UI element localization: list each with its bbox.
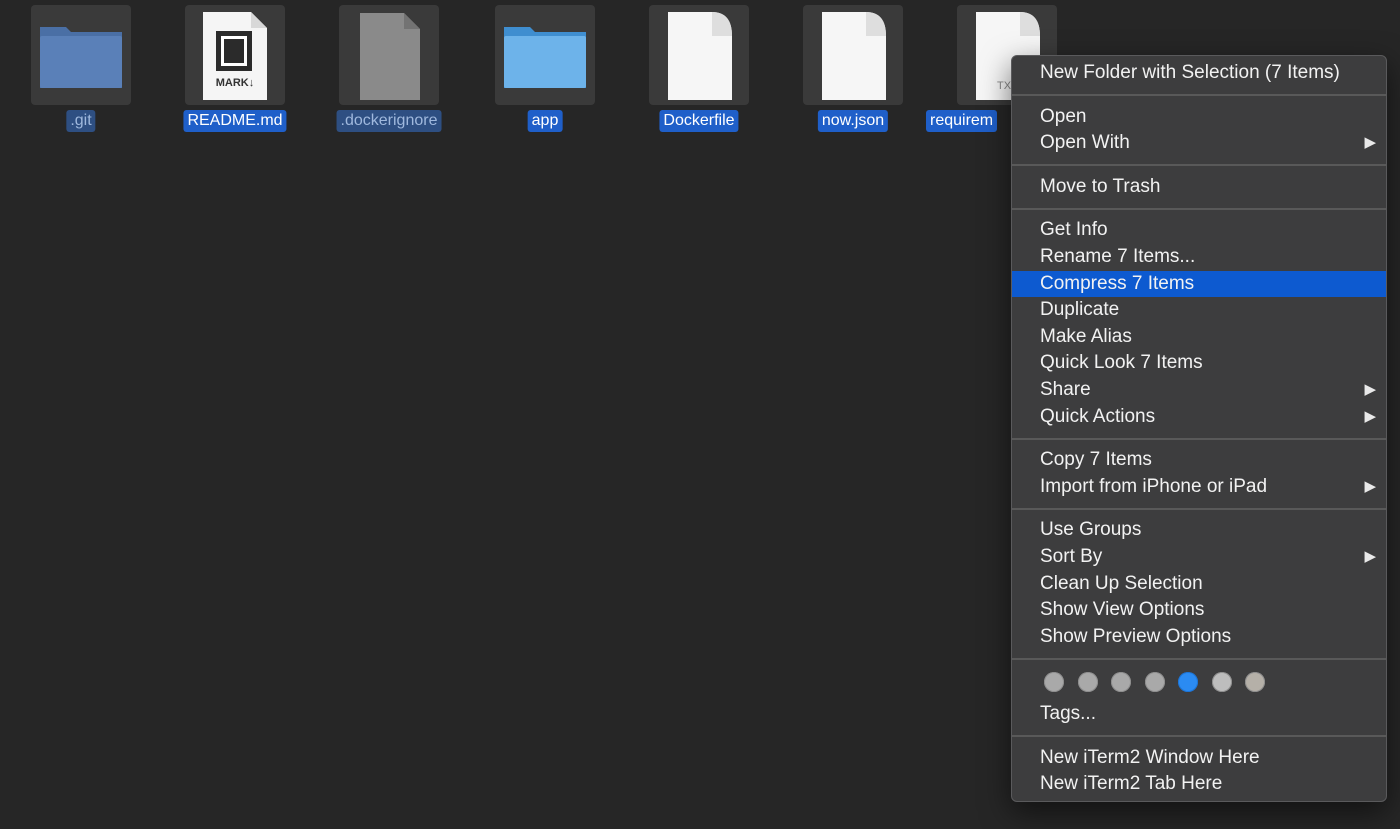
menu-item-new-iterm2-window[interactable]: New iTerm2 Window Here: [1012, 745, 1386, 772]
menu-item-duplicate[interactable]: Duplicate: [1012, 297, 1386, 324]
file-badge: TX: [997, 80, 1012, 92]
menu-item-label: New iTerm2 Window Here: [1040, 746, 1260, 768]
menu-separator: [1012, 657, 1386, 660]
menu-item-label: Use Groups: [1040, 519, 1142, 541]
tag-color-row: [1012, 667, 1386, 697]
menu-item-label: Import from iPhone or iPad: [1040, 475, 1268, 497]
submenu-arrow-icon: ▶: [1364, 407, 1376, 425]
menu-item-rename[interactable]: Rename 7 Items...: [1012, 244, 1386, 271]
menu-item-new-folder-with-selection[interactable]: New Folder with Selection (7 Items): [1012, 60, 1386, 87]
menu-item-label: Share: [1040, 378, 1091, 400]
menu-separator: [1012, 94, 1386, 97]
tag-color-dot[interactable]: [1211, 672, 1232, 693]
menu-item-label: Compress 7 Items: [1040, 272, 1195, 294]
submenu-arrow-icon: ▶: [1364, 477, 1376, 495]
menu-item-label: Open With: [1040, 132, 1130, 154]
menu-item-label: Sort By: [1040, 545, 1103, 567]
menu-item-label: Quick Look 7 Items: [1040, 352, 1203, 374]
tag-color-dot[interactable]: [1144, 672, 1165, 693]
file-badge: MARK↓: [215, 77, 255, 89]
menu-item-label: Make Alias: [1040, 325, 1132, 347]
menu-separator: [1012, 437, 1386, 440]
markdown-file-icon: MARK↓: [185, 5, 285, 105]
menu-item-show-preview-options[interactable]: Show Preview Options: [1012, 624, 1386, 651]
menu-item-tags[interactable]: Tags...: [1012, 701, 1386, 728]
menu-item-label: Copy 7 Items: [1040, 449, 1152, 471]
menu-separator: [1012, 207, 1386, 210]
menu-item-new-iterm2-tab[interactable]: New iTerm2 Tab Here: [1012, 771, 1386, 798]
file-label: Dockerfile: [659, 110, 739, 132]
menu-item-label: Quick Actions: [1040, 405, 1156, 427]
blank-document-icon: [803, 5, 903, 105]
file-now-json[interactable]: now.json: [776, 5, 930, 135]
file-git[interactable]: .git: [4, 5, 158, 135]
menu-item-label: Open: [1040, 105, 1087, 127]
file-label: README.md: [183, 110, 287, 132]
menu-item-label: Move to Trash: [1040, 175, 1161, 197]
menu-item-clean-up-selection[interactable]: Clean Up Selection: [1012, 571, 1386, 598]
file-label: now.json: [817, 110, 889, 132]
generic-file-icon: [339, 5, 439, 105]
tag-color-dot[interactable]: [1077, 672, 1098, 693]
tag-color-dot-blue[interactable]: [1178, 672, 1198, 693]
submenu-arrow-icon: ▶: [1364, 547, 1376, 565]
folder-icon: [495, 5, 595, 105]
menu-item-sort-by[interactable]: Sort By ▶: [1012, 544, 1386, 571]
submenu-arrow-icon: ▶: [1364, 134, 1376, 152]
menu-item-label: Show Preview Options: [1040, 625, 1232, 647]
menu-item-show-view-options[interactable]: Show View Options: [1012, 597, 1386, 624]
tag-color-dot[interactable]: [1111, 672, 1131, 693]
menu-item-label: Rename 7 Items...: [1040, 245, 1196, 267]
menu-item-label: Tags...: [1040, 703, 1096, 725]
menu-item-label: Duplicate: [1040, 299, 1120, 321]
file-label: app: [527, 110, 563, 132]
file-dockerfile[interactable]: Dockerfile: [622, 5, 776, 135]
submenu-arrow-icon: ▶: [1364, 380, 1376, 398]
menu-item-import-from-iphone[interactable]: Import from iPhone or iPad ▶: [1012, 474, 1386, 501]
file-label: requirem: [926, 110, 998, 132]
tag-color-dot[interactable]: [1044, 672, 1064, 693]
menu-item-get-info[interactable]: Get Info: [1012, 217, 1386, 244]
menu-item-label: Clean Up Selection: [1040, 572, 1203, 594]
file-label: .dockerignore: [336, 110, 442, 132]
menu-item-make-alias[interactable]: Make Alias: [1012, 324, 1386, 351]
blank-document-icon: [649, 5, 749, 105]
menu-item-label: New iTerm2 Tab Here: [1040, 773, 1223, 795]
folder-icon: [31, 5, 131, 105]
menu-item-move-to-trash[interactable]: Move to Trash: [1012, 174, 1386, 201]
file-readme[interactable]: MARK↓ README.md: [158, 5, 312, 135]
menu-item-open[interactable]: Open: [1012, 104, 1386, 131]
menu-item-label: Show View Options: [1040, 599, 1205, 621]
menu-separator: [1012, 507, 1386, 510]
menu-item-use-groups[interactable]: Use Groups: [1012, 517, 1386, 544]
menu-item-open-with[interactable]: Open With ▶: [1012, 130, 1386, 157]
menu-item-quick-look[interactable]: Quick Look 7 Items: [1012, 350, 1386, 377]
menu-separator: [1012, 164, 1386, 167]
file-app[interactable]: app: [468, 5, 622, 135]
file-dockerignore[interactable]: .dockerignore: [312, 5, 466, 135]
menu-item-label: Get Info: [1040, 219, 1108, 241]
menu-item-share[interactable]: Share ▶: [1012, 377, 1386, 404]
menu-item-quick-actions[interactable]: Quick Actions ▶: [1012, 404, 1386, 431]
menu-separator: [1012, 735, 1386, 738]
menu-item-label: New Folder with Selection (7 Items): [1040, 62, 1340, 83]
menu-item-copy[interactable]: Copy 7 Items: [1012, 447, 1386, 474]
tag-color-dot[interactable]: [1245, 672, 1265, 693]
file-label: .git: [66, 110, 96, 132]
context-menu: New Folder with Selection (7 Items) Open…: [1011, 55, 1387, 802]
menu-item-compress[interactable]: Compress 7 Items: [1012, 270, 1386, 298]
